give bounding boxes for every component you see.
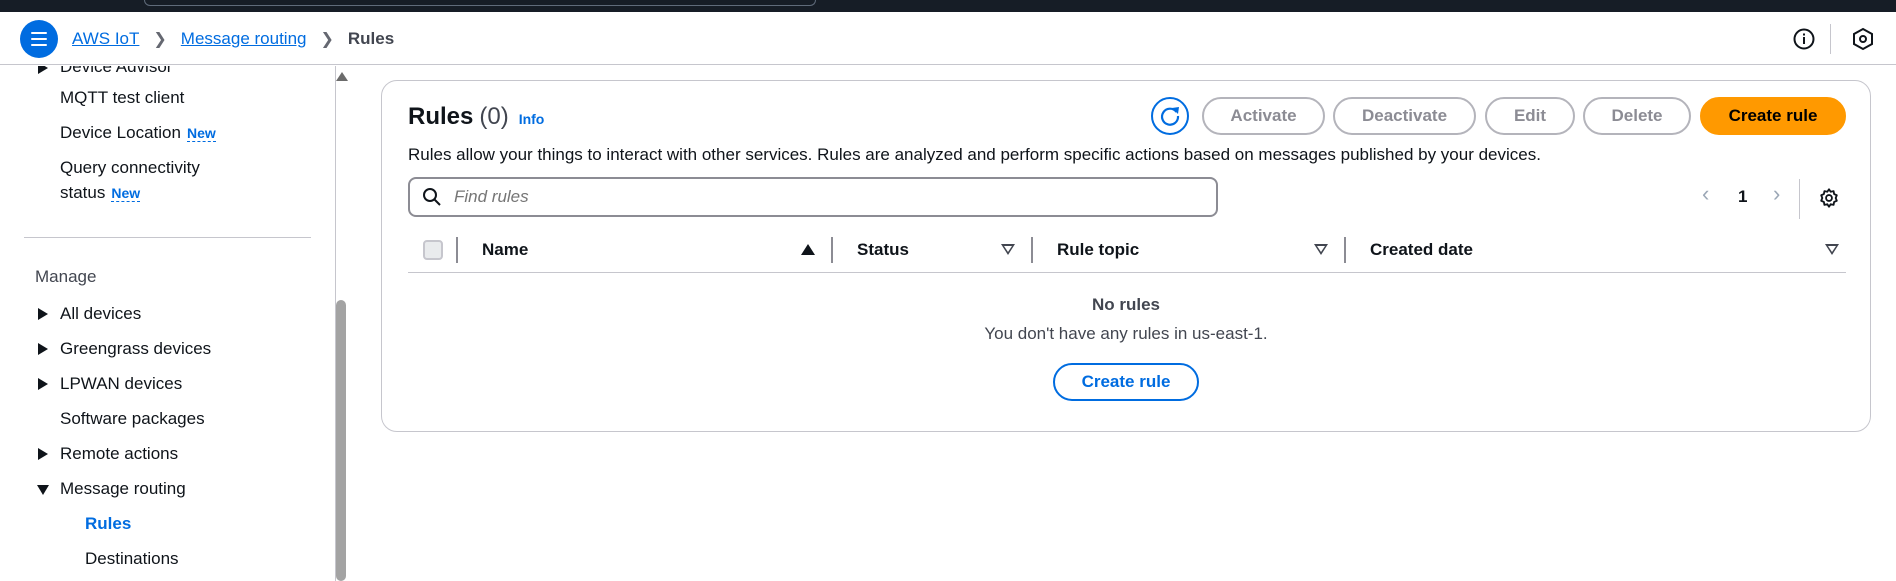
chevron-right-icon: ❯ bbox=[153, 30, 167, 48]
scrollbar-thumb[interactable] bbox=[336, 300, 346, 581]
sidebar-item-message-routing[interactable]: Message routing bbox=[60, 476, 186, 501]
search-bar-edge[interactable] bbox=[144, 0, 816, 6]
table-header: Name Status Rule topic Created date bbox=[408, 227, 1846, 273]
info-link[interactable]: Info bbox=[519, 111, 545, 127]
column-divider[interactable] bbox=[831, 237, 833, 263]
search-field[interactable] bbox=[408, 177, 1218, 217]
next-page-icon[interactable]: › bbox=[1773, 181, 1780, 207]
expand-caret-icon[interactable] bbox=[38, 308, 48, 320]
new-badge: New bbox=[111, 185, 141, 202]
sidebar-item-lpwan-devices[interactable]: LPWAN devices bbox=[60, 371, 182, 396]
breadcrumb: AWS IoT ❯ Message routing ❯ Rules bbox=[72, 12, 394, 65]
search-input[interactable] bbox=[454, 187, 1194, 207]
side-navigation: Device Advisor MQTT test client Device L… bbox=[0, 66, 336, 581]
sidebar-scrollbar[interactable] bbox=[336, 66, 348, 581]
sidebar-item-label: Query connectivity bbox=[60, 158, 200, 177]
column-header-status[interactable]: Status bbox=[857, 240, 909, 260]
expand-caret-icon[interactable] bbox=[38, 448, 48, 460]
create-rule-button[interactable]: Create rule bbox=[1700, 97, 1846, 135]
column-divider[interactable] bbox=[1344, 237, 1346, 263]
menu-icon[interactable] bbox=[20, 20, 58, 58]
page-number[interactable]: 1 bbox=[1738, 187, 1747, 207]
notifications-hexagon-icon[interactable] bbox=[1851, 27, 1875, 51]
column-header-created-date[interactable]: Created date bbox=[1370, 240, 1473, 260]
delete-button[interactable]: Delete bbox=[1583, 97, 1691, 135]
collapse-caret-icon[interactable] bbox=[37, 485, 49, 495]
sidebar-item-label: Device Location bbox=[60, 123, 181, 142]
scroll-up-arrow-icon[interactable] bbox=[336, 72, 348, 81]
rules-count: (0) bbox=[479, 103, 509, 130]
chevron-right-icon: ❯ bbox=[320, 30, 334, 48]
deactivate-button[interactable]: Deactivate bbox=[1333, 97, 1476, 135]
empty-state-text: You don't have any rules in us-east-1. bbox=[984, 324, 1268, 343]
expand-caret-icon[interactable] bbox=[38, 66, 48, 74]
sidebar-divider bbox=[24, 237, 311, 238]
sidebar-item-mqtt-test-client[interactable]: MQTT test client bbox=[60, 85, 184, 110]
panel-title: Rules (0) Info bbox=[408, 103, 544, 131]
breadcrumb-current: Rules bbox=[347, 28, 395, 48]
pager-divider bbox=[1799, 179, 1800, 219]
info-icon[interactable] bbox=[1792, 27, 1816, 51]
expand-caret-icon[interactable] bbox=[38, 343, 48, 355]
top-navigation-strip bbox=[0, 0, 1896, 12]
column-divider bbox=[456, 237, 458, 263]
previous-page-icon[interactable]: ‹ bbox=[1702, 181, 1709, 207]
breadcrumb-bar: AWS IoT ❯ Message routing ❯ Rules bbox=[0, 12, 1896, 65]
new-badge: New bbox=[186, 125, 216, 142]
sort-icon[interactable] bbox=[1001, 244, 1015, 255]
sort-ascending-icon[interactable] bbox=[801, 244, 815, 255]
column-divider[interactable] bbox=[1031, 237, 1033, 263]
panel-description: Rules allow your things to interact with… bbox=[408, 145, 1541, 164]
sidebar-item-rules[interactable]: Rules bbox=[85, 511, 131, 536]
rules-panel: Rules (0) Info Activate Deactivate Edit De… bbox=[381, 80, 1871, 432]
gear-icon[interactable] bbox=[1818, 187, 1840, 209]
sidebar-item-destinations[interactable]: Destinations bbox=[85, 546, 179, 571]
select-all-checkbox[interactable] bbox=[423, 240, 443, 260]
sidebar-section-manage: Manage bbox=[35, 267, 97, 286]
search-icon bbox=[423, 188, 441, 206]
sidebar-item-query-connectivity[interactable]: Query connectivity status New bbox=[60, 155, 200, 206]
empty-state-title: No rules bbox=[1091, 295, 1161, 314]
column-header-rule-topic[interactable]: Rule topic bbox=[1057, 240, 1139, 260]
sidebar-item-remote-actions[interactable]: Remote actions bbox=[60, 441, 178, 466]
refresh-icon bbox=[1160, 107, 1180, 126]
expand-caret-icon[interactable] bbox=[38, 378, 48, 390]
sort-icon[interactable] bbox=[1314, 244, 1328, 255]
empty-create-rule-button[interactable]: Create rule bbox=[1053, 363, 1199, 401]
sidebar-item-all-devices[interactable]: All devices bbox=[60, 301, 141, 326]
header-divider bbox=[1830, 24, 1831, 54]
breadcrumb-aws-iot[interactable]: AWS IoT bbox=[72, 29, 139, 49]
sort-icon[interactable] bbox=[1825, 244, 1839, 255]
edit-button[interactable]: Edit bbox=[1485, 97, 1575, 135]
column-header-name[interactable]: Name bbox=[482, 240, 528, 260]
sidebar-item-device-location[interactable]: Device Location New bbox=[60, 120, 216, 146]
sidebar-item-label: status bbox=[60, 183, 106, 202]
sidebar-item-device-advisor[interactable]: Device Advisor bbox=[60, 66, 172, 79]
sidebar-item-greengrass-devices[interactable]: Greengrass devices bbox=[60, 336, 211, 361]
refresh-button[interactable] bbox=[1151, 97, 1189, 135]
panel-title-text: Rules bbox=[408, 103, 474, 130]
breadcrumb-message-routing[interactable]: Message routing bbox=[181, 29, 307, 49]
sidebar-item-software-packages[interactable]: Software packages bbox=[60, 406, 205, 431]
activate-button[interactable]: Activate bbox=[1202, 97, 1325, 135]
